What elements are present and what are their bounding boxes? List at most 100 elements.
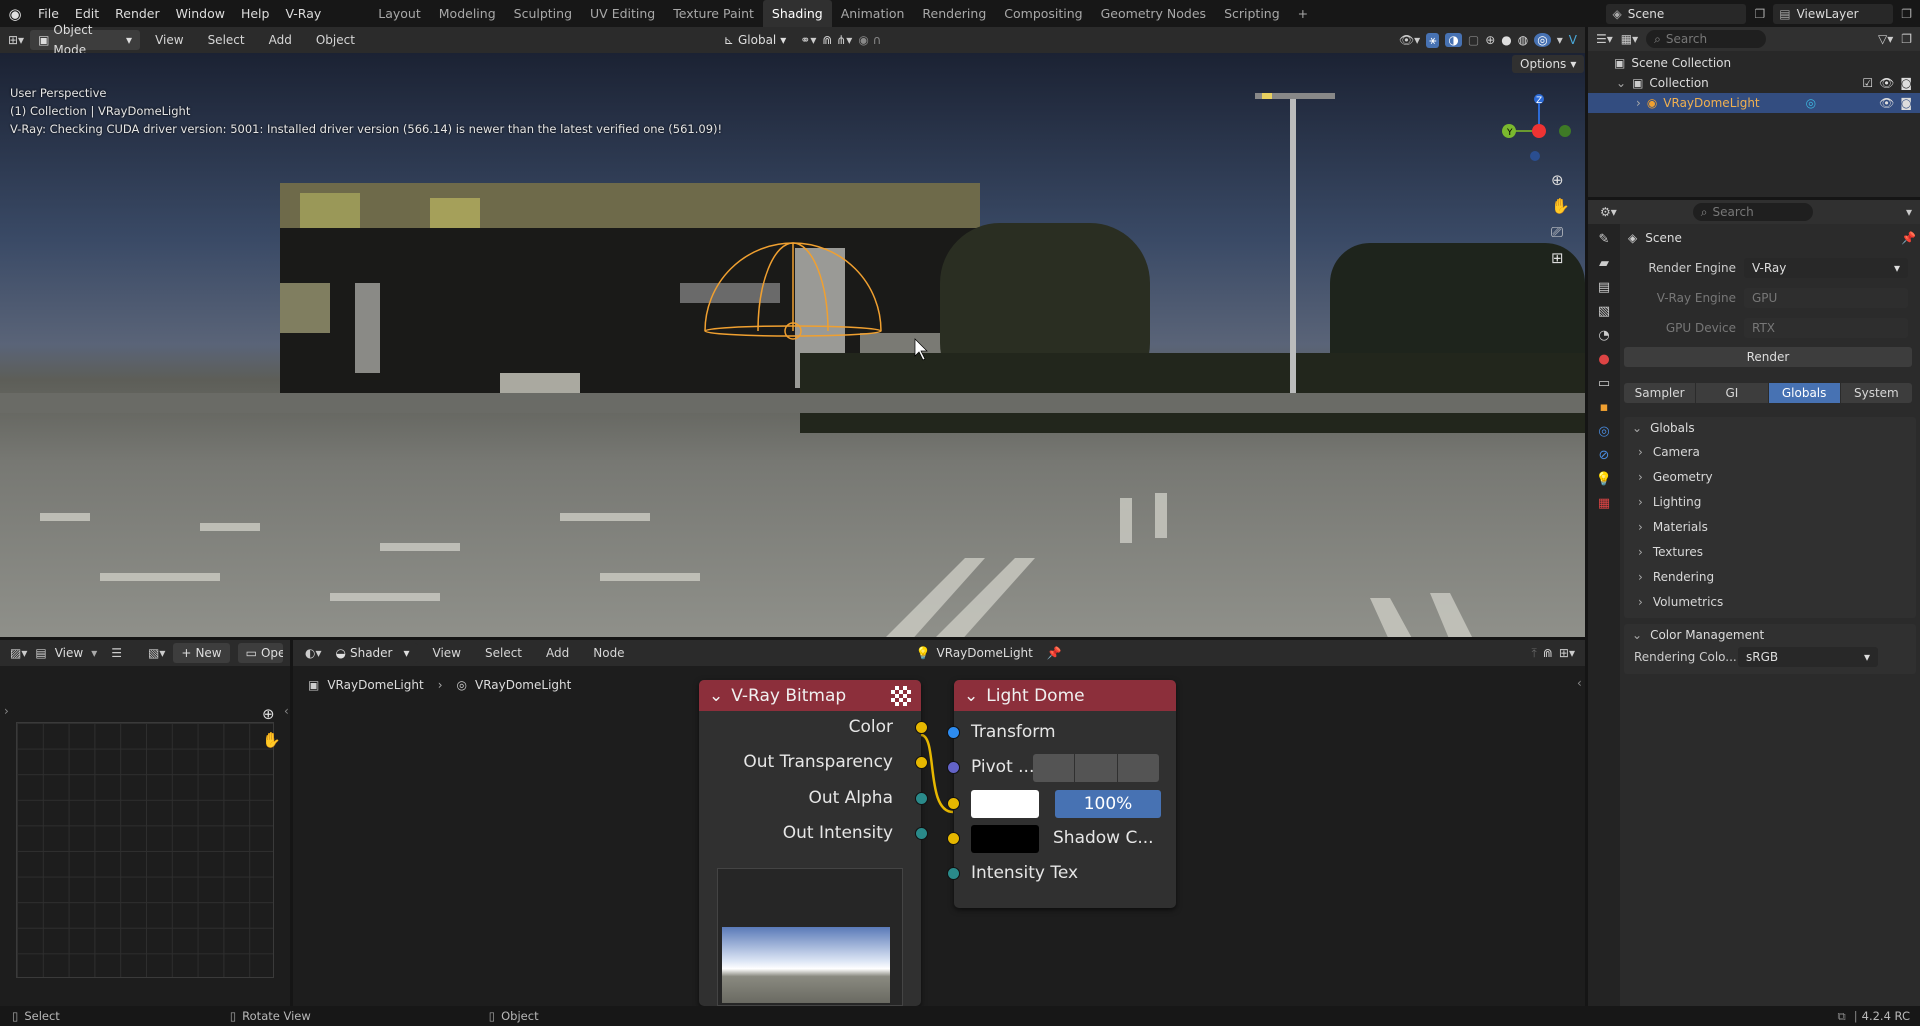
new-collection-icon[interactable]: ❐: [1901, 32, 1912, 46]
physics-icon[interactable]: ◎: [1598, 424, 1609, 439]
navigation-gizmo[interactable]: Y Z: [1495, 91, 1575, 171]
image-browse-icon[interactable]: ▧▾: [148, 646, 165, 660]
tab-gi[interactable]: GI: [1696, 383, 1768, 403]
globals-item-textures[interactable]: › Textures: [1624, 539, 1916, 564]
object-props-icon[interactable]: ▪: [1600, 400, 1609, 415]
texture-icon[interactable]: ▦: [1598, 496, 1610, 511]
globals-item-rendering[interactable]: › Rendering: [1624, 564, 1916, 589]
outliner-type-icon[interactable]: ☰▾: [1596, 32, 1613, 46]
tab-shading[interactable]: Shading: [762, 0, 832, 27]
pan-hand-icon[interactable]: ✋: [1551, 197, 1570, 215]
viewlayer-selector[interactable]: ▤ ViewLayer: [1773, 3, 1894, 24]
output-socket-intensity[interactable]: [915, 827, 928, 840]
globals-item-camera[interactable]: › Camera: [1624, 439, 1916, 464]
rendering-colorspace-dropdown[interactable]: sRGB ▾: [1738, 647, 1878, 667]
options-button[interactable]: Options ▾: [1512, 55, 1585, 73]
image-menu-view[interactable]: View: [55, 646, 83, 660]
uv-grid[interactable]: [16, 722, 274, 978]
scene-props-icon[interactable]: ◔: [1598, 328, 1609, 343]
world-icon[interactable]: ●: [1598, 352, 1609, 367]
tab-modeling[interactable]: Modeling: [430, 0, 505, 27]
vray-engine-dropdown[interactable]: GPU: [1744, 288, 1908, 308]
vp-menu-object[interactable]: Object: [307, 33, 364, 47]
gizmo-toggle-icon[interactable]: ⚹: [1426, 32, 1440, 48]
tab-texture-paint[interactable]: Texture Paint: [664, 0, 763, 27]
checkbox-icon[interactable]: ☑: [1862, 76, 1873, 90]
intensity-slider[interactable]: 100%: [1055, 790, 1161, 818]
tab-system[interactable]: System: [1840, 383, 1912, 403]
globals-item-geometry[interactable]: › Geometry: [1624, 464, 1916, 489]
eye-icon[interactable]: 👁: [1879, 96, 1894, 110]
image-editor-type-icon[interactable]: ▨▾: [10, 646, 27, 660]
collapse-chevron-icon[interactable]: ⌄: [1616, 76, 1626, 90]
vp-menu-view[interactable]: View: [146, 33, 192, 47]
collection-props-icon[interactable]: ▭: [1598, 376, 1610, 391]
properties-type-icon[interactable]: ⚙▾: [1600, 205, 1617, 219]
zoom-icon[interactable]: ⊕: [262, 705, 281, 723]
globals-item-volumetrics[interactable]: › Volumetrics: [1624, 589, 1916, 614]
display-mode-icon[interactable]: ▦▾: [1621, 32, 1638, 46]
output-icon[interactable]: ▤: [1598, 280, 1610, 295]
camera-icon[interactable]: ◙: [1900, 76, 1912, 90]
tab-compositing[interactable]: Compositing: [995, 0, 1091, 27]
orientation-dropdown[interactable]: ⊾ Global ▾: [716, 30, 794, 50]
pin-icon[interactable]: 📌: [1901, 231, 1916, 245]
vray-bitmap-node[interactable]: ⌄ V-Ray Bitmap Color Out Transparency Out…: [699, 680, 928, 1006]
tab-uv-editing[interactable]: UV Editing: [581, 0, 664, 27]
menu-vray[interactable]: V-Ray: [277, 0, 329, 27]
viewlayer-new-icon[interactable]: ❐: [1901, 7, 1912, 21]
hamburger-icon[interactable]: ☰: [111, 646, 122, 660]
editor-type-icon[interactable]: ⊞▾: [8, 33, 24, 47]
shading-rendered-icon[interactable]: ◎: [1534, 33, 1551, 47]
gpu-device-dropdown[interactable]: RTX: [1744, 318, 1908, 338]
menu-window[interactable]: Window: [168, 0, 233, 27]
globals-item-lighting[interactable]: › Lighting: [1624, 489, 1916, 514]
xray-icon[interactable]: ▢: [1468, 33, 1479, 47]
sidebar-toggle-icon[interactable]: ‹: [284, 704, 289, 718]
constraints-icon[interactable]: ⊘: [1599, 448, 1610, 463]
tab-scripting[interactable]: Scripting: [1215, 0, 1289, 27]
new-image-button[interactable]: + New: [173, 643, 230, 663]
tab-layout[interactable]: Layout: [369, 0, 430, 27]
input-socket-transform[interactable]: [947, 726, 960, 739]
outliner-row-collection[interactable]: ⌄ ▣ Collection ☑ 👁 ◙: [1588, 73, 1920, 93]
add-workspace-icon[interactable]: +: [1289, 0, 1317, 27]
tab-geometry-nodes[interactable]: Geometry Nodes: [1092, 0, 1215, 27]
3d-viewport[interactable]: User Perspective (1) Collection | VRayDo…: [0, 53, 1585, 637]
shading-wire-icon[interactable]: ⊕: [1485, 33, 1495, 47]
camera-view-icon[interactable]: ⎚: [1551, 223, 1570, 241]
sidebar-toggle-icon[interactable]: ›: [4, 704, 9, 718]
pan-hand-icon[interactable]: ✋: [262, 731, 281, 749]
tool-icon[interactable]: ✎: [1599, 232, 1610, 247]
collapse-chevron-icon[interactable]: ⌄: [709, 686, 723, 706]
bitmap-preview-frame[interactable]: [717, 868, 903, 1006]
open-image-button[interactable]: ▭ Ope: [237, 643, 283, 663]
scene-selector[interactable]: ◈ Scene: [1606, 3, 1747, 24]
render-icon[interactable]: ▰: [1599, 256, 1609, 271]
input-socket-intensity-tex[interactable]: [947, 867, 960, 880]
collapse-chevron-icon[interactable]: ⌄: [964, 686, 978, 706]
camera-icon[interactable]: ◙: [1900, 96, 1912, 110]
light-dome-node[interactable]: ⌄ Light Dome Transform Pivot ... 100% Sha…: [947, 680, 1176, 908]
input-socket-shadow-color[interactable]: [947, 832, 960, 845]
mode-dropdown[interactable]: ▣ Object Mode ▾: [30, 23, 141, 57]
tab-sculpting[interactable]: Sculpting: [505, 0, 581, 27]
render-engine-dropdown[interactable]: V-Ray ▾: [1744, 258, 1908, 278]
vray-icon[interactable]: V: [1569, 33, 1577, 47]
color-management-header[interactable]: ⌄ Color Management: [1624, 624, 1916, 646]
eye-icon[interactable]: 👁: [1879, 76, 1894, 90]
tab-globals[interactable]: Globals: [1768, 383, 1840, 403]
filter-icon[interactable]: ▽▾: [1878, 32, 1893, 46]
vp-menu-add[interactable]: Add: [260, 33, 301, 47]
blender-logo-icon[interactable]: ◉: [0, 5, 30, 23]
overlay-toggle-icon[interactable]: ◑: [1445, 33, 1462, 47]
tab-animation[interactable]: Animation: [832, 0, 914, 27]
object-data-icon[interactable]: 💡: [1596, 472, 1612, 487]
outliner-row-vraydomelight[interactable]: › ◉ VRayDomeLight ◎ 👁 ◙: [1588, 93, 1920, 113]
vp-menu-select[interactable]: Select: [199, 33, 254, 47]
render-button[interactable]: Render: [1624, 347, 1912, 367]
shading-options-icon[interactable]: ▾: [1557, 33, 1563, 47]
globals-item-materials[interactable]: › Materials: [1624, 514, 1916, 539]
shading-solid-icon[interactable]: ●: [1501, 33, 1511, 47]
outliner-search[interactable]: ⌕ Search: [1646, 30, 1767, 48]
